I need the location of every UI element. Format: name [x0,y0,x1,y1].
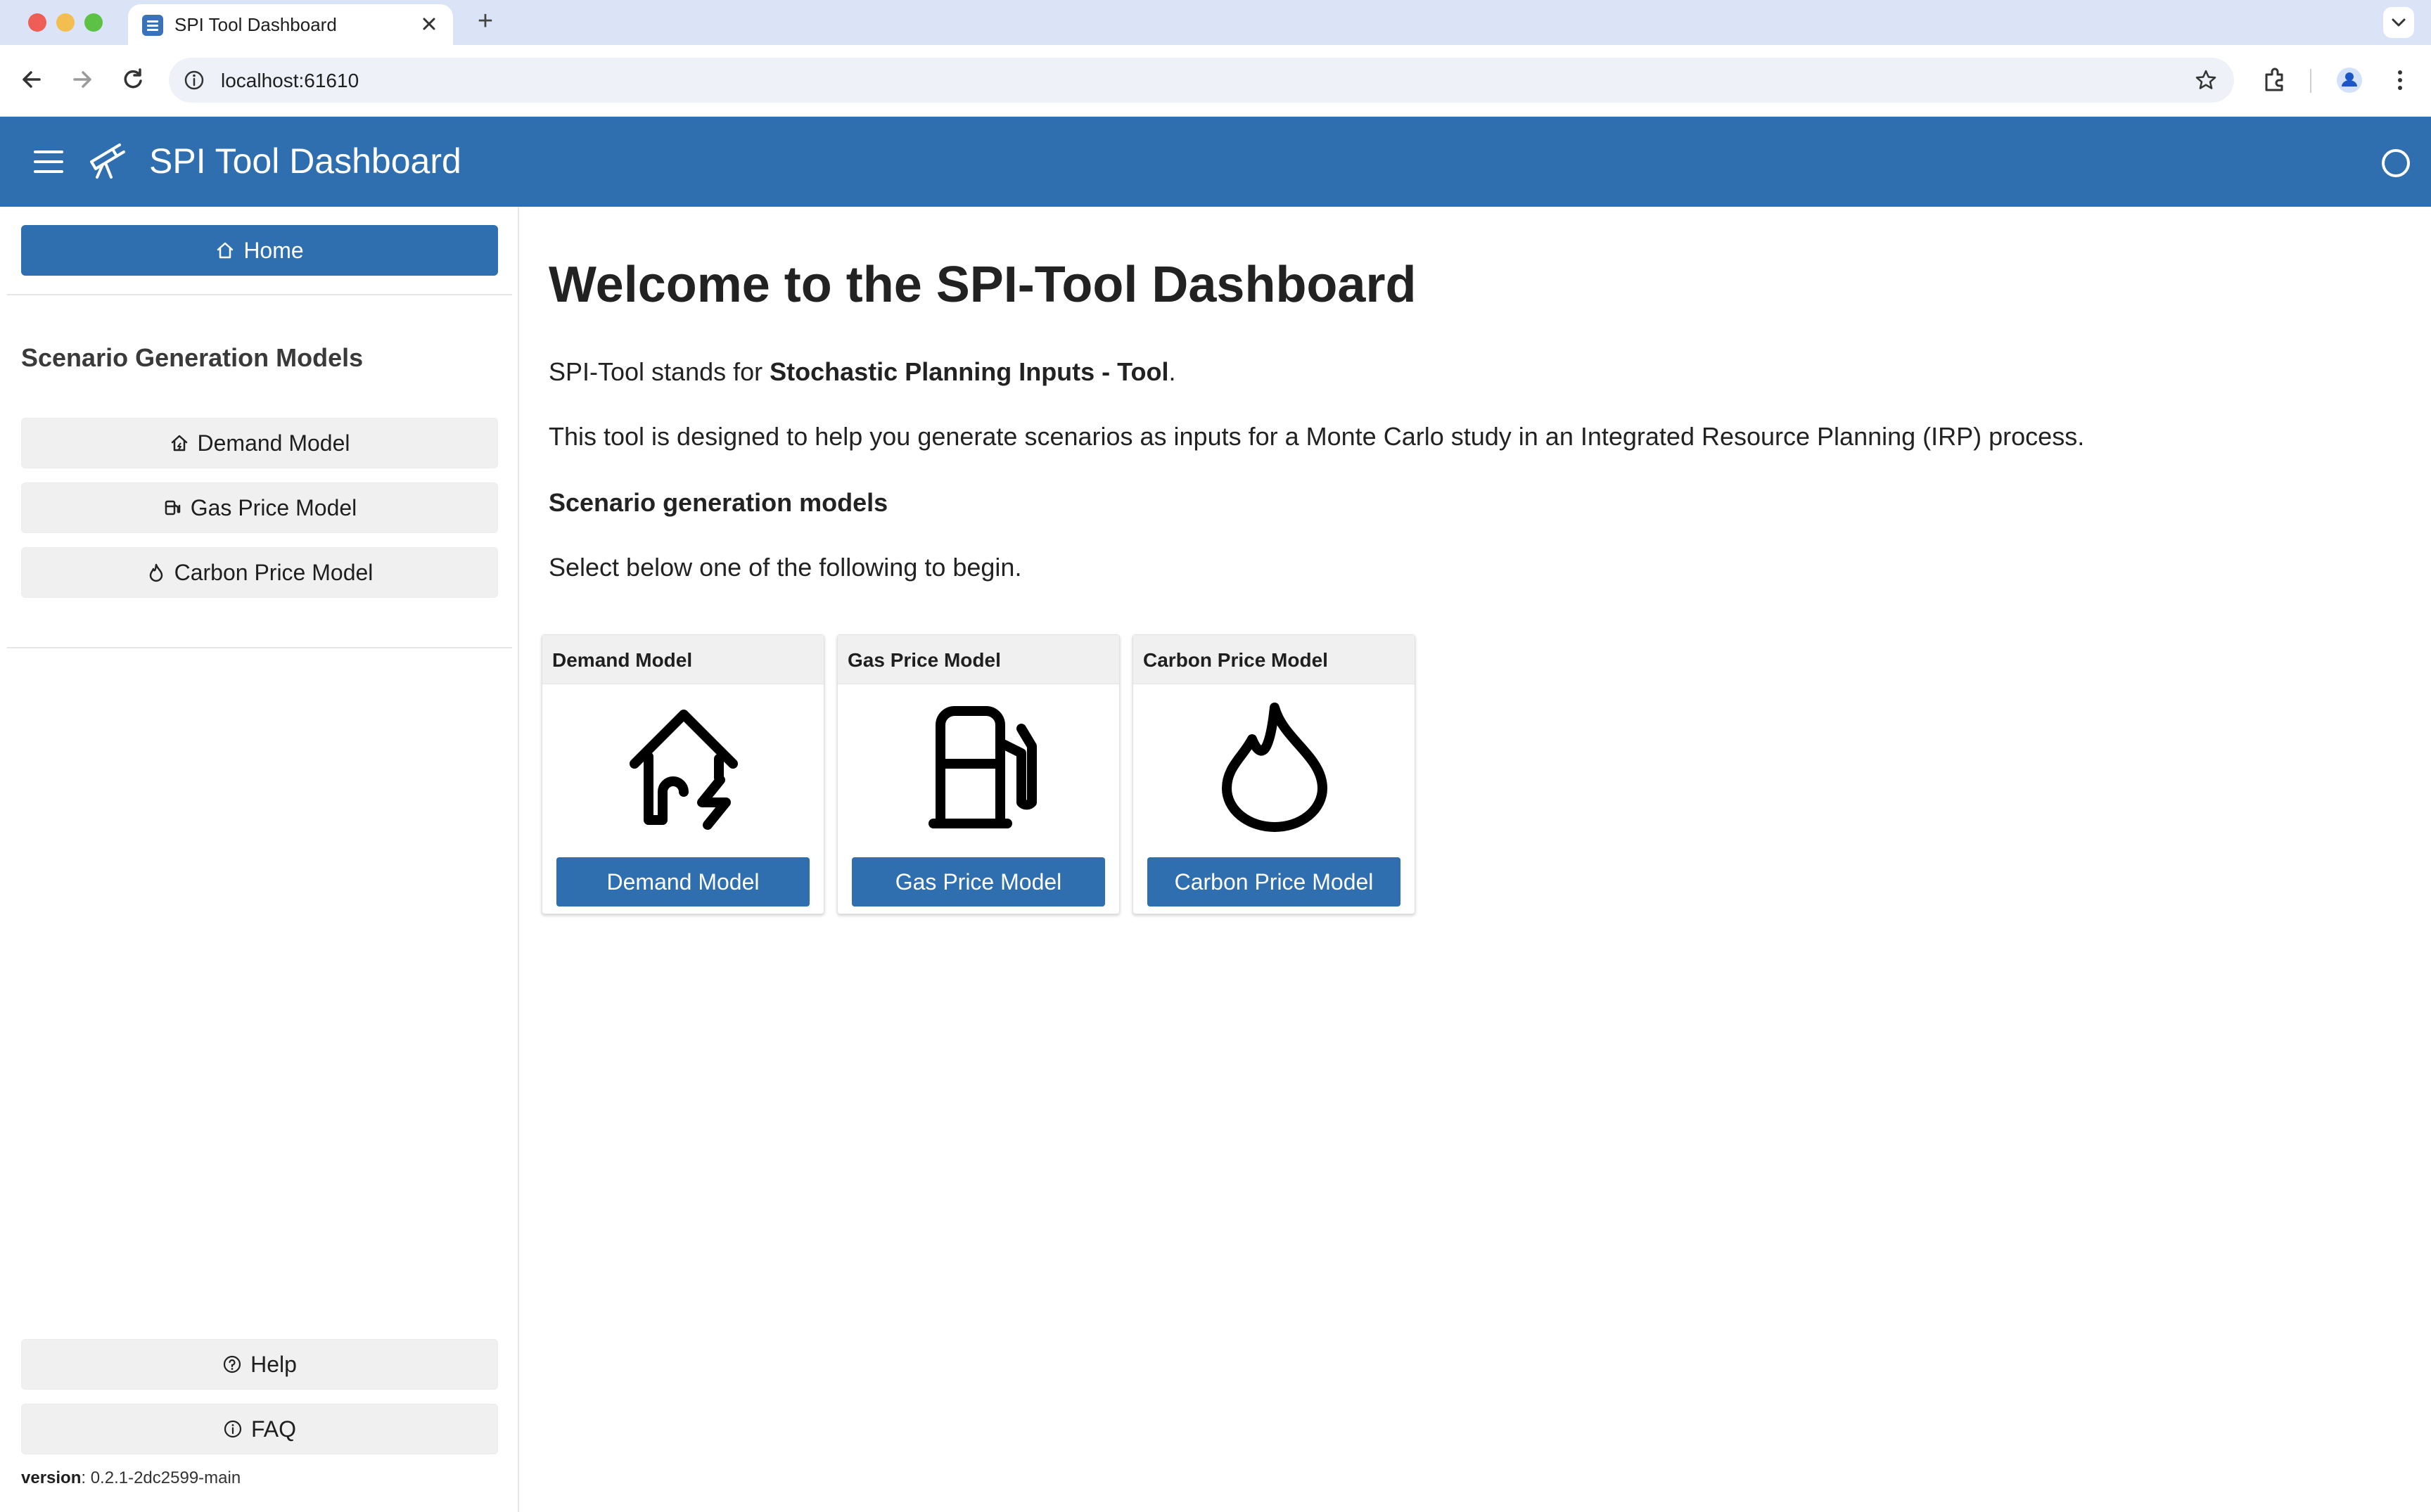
flame-icon [149,563,162,582]
url-text[interactable]: localhost:61610 [221,70,359,92]
help-button[interactable]: Help [21,1339,498,1390]
sidebar-item-label: Demand Model [197,430,350,456]
reload-icon [124,68,142,89]
card-title: Demand Model [552,649,693,671]
app-header: SPI Tool Dashboard [0,117,2431,207]
new-tab-button[interactable]: + [470,6,501,37]
intro-text: SPI-Tool stands for Stochastic Planning … [549,357,1176,386]
help-circle-icon [223,1355,241,1373]
fuel-pump-icon [165,500,180,515]
more-menu-icon[interactable] [2383,63,2417,97]
faq-button-label: FAQ [250,1416,296,1442]
list-icon [142,15,163,36]
sidebar-divider [7,294,512,295]
forward-button[interactable] [65,62,100,97]
sidebar-item-demand-model[interactable]: Demand Model [21,418,498,468]
maximize-window-button[interactable] [84,13,103,32]
card-header: Carbon Price Model [1133,635,1415,684]
house-icon [171,435,187,451]
browser-toolbar: localhost:61610 [0,45,2431,117]
house-lightning-icon [613,697,754,838]
main-content: Welcome to the SPI-Tool Dashboard SPI-To… [521,207,2431,1512]
info-icon[interactable] [181,68,207,93]
reload-button[interactable] [115,62,151,97]
section-subheading: Scenario generation models [549,488,888,517]
tab-search-button[interactable] [2383,7,2414,38]
hamburger-menu-icon[interactable] [34,148,63,176]
close-icon [423,18,435,30]
card-title: Carbon Price Model [1143,649,1328,671]
help-button-label: Help [250,1351,297,1377]
demand-model-button[interactable]: Demand Model [556,857,810,906]
fuel-pump-icon [909,697,1049,838]
description-text: This tool is designed to help you genera… [549,422,2085,451]
card-title: Gas Price Model [848,649,1001,671]
sidebar-item-label: Gas Price Model [190,494,357,520]
instruction-text: Select below one of the following to beg… [549,553,1022,582]
gas-price-model-button[interactable]: Gas Price Model [852,857,1105,906]
close-tab-button[interactable] [416,11,442,37]
status-indicator-icon [2382,149,2410,177]
telescope-icon [86,141,127,181]
bookmark-star-icon[interactable] [2193,68,2219,93]
toolbar-divider [2310,69,2311,93]
back-button[interactable] [14,62,49,97]
sidebar-section-heading: Scenario Generation Models [21,343,364,372]
version-label: version: 0.2.1-2dc2599-main [21,1468,241,1487]
close-window-button[interactable] [28,13,46,32]
tab-title: SPI Tool Dashboard [174,14,337,35]
home-button-label: Home [243,237,304,263]
sidebar-item-carbon-price-model[interactable]: Carbon Price Model [21,547,498,598]
sidebar-item-label: Carbon Price Model [174,559,374,585]
arrow-right-icon [73,71,91,88]
card-header: Gas Price Model [838,635,1119,684]
home-button[interactable]: Home [21,225,498,276]
carbon-price-model-button[interactable]: Carbon Price Model [1147,857,1400,906]
extensions-icon[interactable] [2258,63,2292,97]
browser-tab[interactable]: SPI Tool Dashboard [128,4,453,45]
carbon-price-model-card: Carbon Price Model Carbon Price Model [1132,634,1415,914]
flame-icon [1204,697,1345,838]
browser-tabstrip: SPI Tool Dashboard + [0,0,2431,45]
info-circle-icon [224,1420,242,1438]
demand-model-card: Demand Model Demand Model [542,634,824,914]
arrow-left-icon [23,71,41,88]
address-bar[interactable]: localhost:61610 [169,58,2234,103]
card-header: Demand Model [542,635,824,684]
profile-avatar-icon[interactable] [2333,63,2366,97]
sidebar-item-gas-price-model[interactable]: Gas Price Model [21,482,498,533]
faq-button[interactable]: FAQ [21,1404,498,1454]
gas-price-model-card: Gas Price Model Gas Price Model [837,634,1120,914]
minimize-window-button[interactable] [56,13,75,32]
house-icon [217,242,234,259]
page-title: Welcome to the SPI-Tool Dashboard [549,257,1417,313]
chevron-down-icon [2392,18,2406,27]
sidebar-divider [7,647,512,648]
sidebar: Home Scenario Generation Models Demand M… [0,207,519,1512]
app-title: SPI Tool Dashboard [149,141,461,181]
